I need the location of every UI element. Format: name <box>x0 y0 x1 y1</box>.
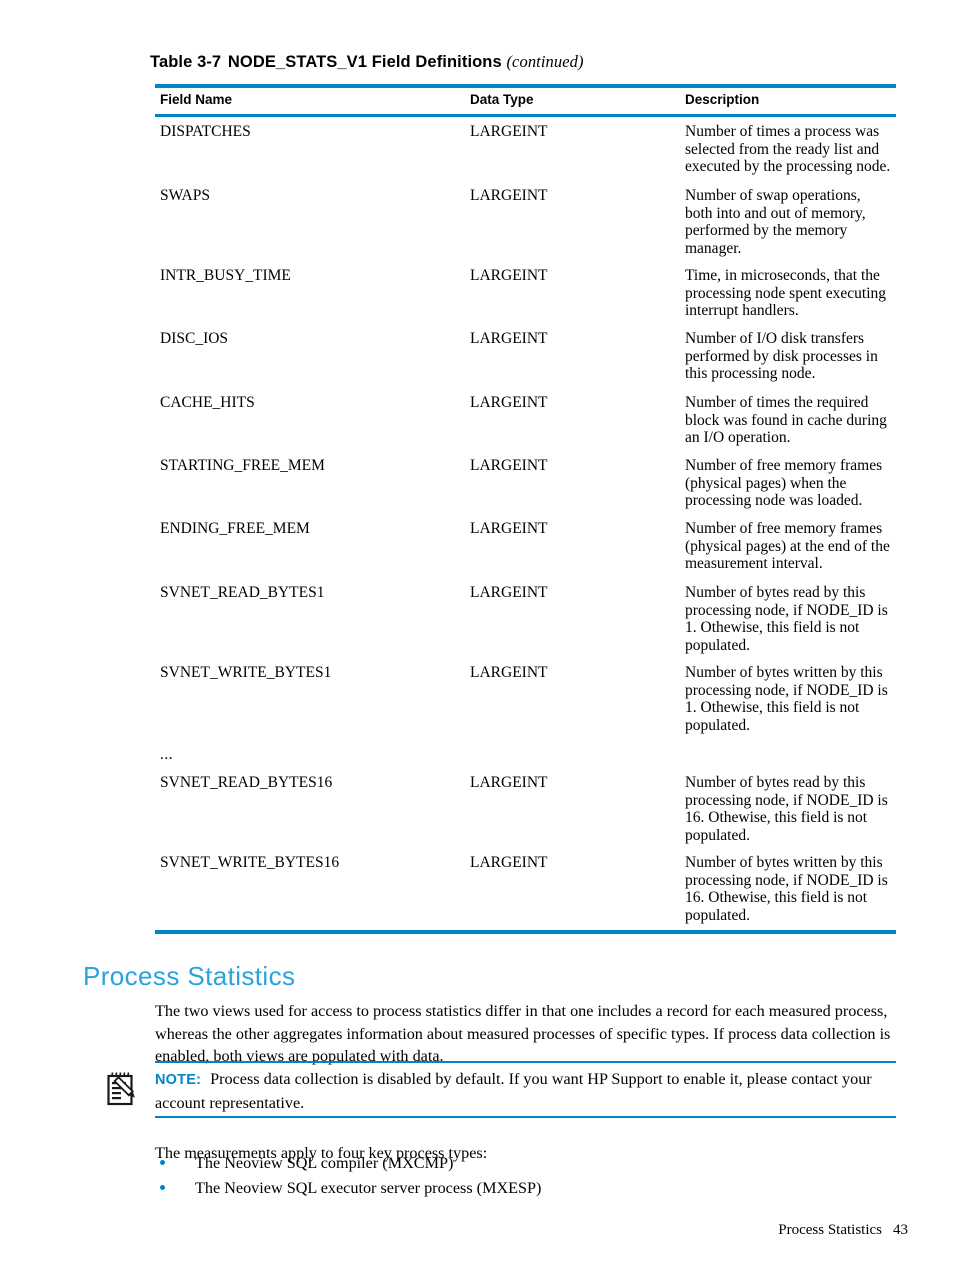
table-header-rule <box>155 114 896 117</box>
cell-field-name: DISPATCHES <box>160 123 251 140</box>
cell-field-name: STARTING_FREE_MEM <box>160 457 325 474</box>
cell-data-type: LARGEINT <box>470 123 548 140</box>
cell-data-type: LARGEINT <box>470 267 548 284</box>
cell-description: Number of bytes written by this processi… <box>685 854 888 924</box>
note-bottom-rule <box>155 1116 896 1118</box>
list-item-label: The Neoview SQL executor server process … <box>195 1179 542 1197</box>
footer-page-number: 43 <box>893 1222 908 1238</box>
cell-description: Number of bytes written by this processi… <box>685 664 888 734</box>
note-label: NOTE: <box>155 1072 202 1088</box>
note-body: NOTE: Process data collection is disabled… <box>155 1068 895 1114</box>
bullet-dot-icon <box>160 1185 165 1190</box>
cell-field-name: SVNET_READ_BYTES1 <box>160 584 325 601</box>
table-caption-number: 3-7 <box>197 53 222 71</box>
note-text: Process data collection is disabled by d… <box>155 1070 872 1112</box>
cell-description: Number of free memory frames (physical p… <box>685 520 890 573</box>
bullet-dot-icon <box>160 1160 165 1165</box>
table-caption: Table 3-7 NODE_STATS_V1 Field Definition… <box>150 52 900 72</box>
page-title: Process Statistics <box>83 961 296 992</box>
cell-field-name: ENDING_FREE_MEM <box>160 520 310 537</box>
cell-data-type: LARGEINT <box>470 520 548 537</box>
column-header-description: Description <box>685 92 760 107</box>
column-header-field-name: Field Name <box>160 92 233 107</box>
list-item: The Neoview SQL compiler (MXCMP) <box>158 1152 898 1177</box>
cell-field-name: SVNET_WRITE_BYTES1 <box>160 664 332 681</box>
cell-description: Number of bytes read by this processing … <box>685 584 888 654</box>
table-caption-title: NODE_STATS_V1 Field Definitions <box>227 53 502 71</box>
process-types-list: The Neoview SQL compiler (MXCMP) The Neo… <box>158 1152 898 1202</box>
page-footer: Process Statistics 43 <box>0 1222 954 1242</box>
cell-data-type: LARGEINT <box>470 394 548 411</box>
cell-data-type: LARGEINT <box>470 187 548 204</box>
table-bottom-rule <box>155 930 896 934</box>
cell-field-name: SVNET_READ_BYTES16 <box>160 774 333 791</box>
footer-section-title: Process Statistics <box>778 1222 882 1238</box>
cell-field-name: DISC_IOS <box>160 330 229 347</box>
list-item: The Neoview SQL executor server process … <box>158 1177 898 1202</box>
table-top-rule <box>155 84 896 88</box>
cell-description: Number of bytes read by this processing … <box>685 774 888 844</box>
cell-field-name: SVNET_WRITE_BYTES16 <box>160 854 340 871</box>
column-header-data-type: Data Type <box>470 92 534 107</box>
list-item-label: The Neoview SQL compiler (MXCMP) <box>195 1154 454 1172</box>
table-caption-continued: (continued) <box>506 52 584 71</box>
cell-data-type: LARGEINT <box>470 457 548 474</box>
cell-data-type: LARGEINT <box>470 664 548 681</box>
cell-field-name: SWAPS <box>160 187 210 204</box>
cell-description: Number of swap operations, both into and… <box>685 187 866 257</box>
intro-paragraph: The two views used for access to process… <box>155 1002 891 1066</box>
cell-data-type: LARGEINT <box>470 330 548 347</box>
table-header-row: Field Name Data Type Description <box>155 92 896 112</box>
cell-description: Time, in microseconds, that the processi… <box>685 267 887 320</box>
cell-data-type: LARGEINT <box>470 584 548 601</box>
note-pad-pencil-icon <box>106 1071 139 1107</box>
cell-data-type: LARGEINT <box>470 774 548 791</box>
table-caption-label: Table <box>150 53 193 71</box>
cell-data-type: LARGEINT <box>470 854 548 871</box>
note-top-rule <box>155 1061 896 1063</box>
table-ellipsis-row: ... <box>160 746 174 763</box>
cell-description: Number of I/O disk transfers performed b… <box>685 330 878 383</box>
document-page: Table 3-7 NODE_STATS_V1 Field Definition… <box>0 0 954 1271</box>
cell-description: Number of times the required block was f… <box>685 394 887 447</box>
cell-field-name: INTR_BUSY_TIME <box>160 267 291 284</box>
cell-description: Number of times a process was selected f… <box>685 123 891 176</box>
cell-field-name: CACHE_HITS <box>160 394 255 411</box>
cell-description: Number of free memory frames (physical p… <box>685 457 883 510</box>
